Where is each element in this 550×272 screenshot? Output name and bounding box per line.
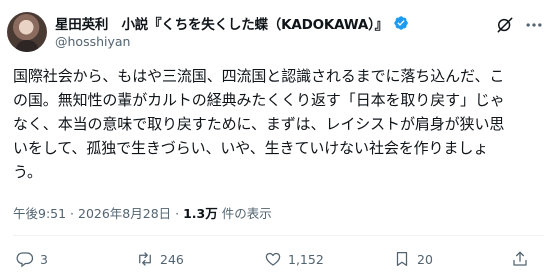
- avatar[interactable]: [7, 12, 47, 52]
- author-name-line: 星田英利 小説『くちを失くした蝶（KADOKAWA）』: [55, 13, 409, 33]
- post-text-line: いをして、孤独で生きづらい、いや、生きていけない社会を作りましょ: [13, 139, 489, 157]
- views-label: 件の表示: [217, 206, 272, 221]
- repost-count: 246: [160, 251, 184, 267]
- author-handle[interactable]: @hosshiyan: [55, 34, 130, 49]
- bookmark-button[interactable]: 20: [393, 249, 433, 269]
- post-text-line: 国際社会から、もはや三流国、四流国と認識されるまでに落ち込んだ、こ: [13, 67, 505, 85]
- reply-icon: [16, 252, 34, 268]
- action-bar: 3 246 1,152 20: [0, 249, 550, 269]
- bookmark-count: 20: [417, 251, 433, 267]
- heart-icon: [265, 252, 281, 266]
- post-header: 星田英利 小説『くちを失くした蝶（KADOKAWA）』 @hosshiyan: [0, 0, 550, 60]
- reply-count: 3: [40, 251, 48, 267]
- post-text-line: う。: [13, 163, 42, 181]
- post-text-line: の国。無知性の輩がカルトの経典みたくくり返す「日本を取り戻す」じゃ: [13, 91, 505, 109]
- verified-badge-icon: [394, 16, 408, 30]
- repost-button[interactable]: 246: [136, 249, 184, 269]
- author-display-name[interactable]: 星田英利 小説『くちを失くした蝶（KADOKAWA）』: [55, 13, 388, 33]
- share-button[interactable]: [511, 249, 535, 269]
- post-text: 国際社会から、もはや三流国、四流国と認識されるまでに落ち込んだ、こ の国。無知性…: [13, 64, 545, 184]
- grok-icon[interactable]: [495, 15, 515, 35]
- bookmark-icon: [396, 251, 408, 267]
- reply-button[interactable]: 3: [16, 249, 48, 269]
- like-count: 1,152: [288, 251, 324, 267]
- share-icon: [513, 251, 527, 266]
- more-icon[interactable]: [524, 15, 544, 35]
- post-timestamp[interactable]: 午後9:51 · 2026年8月28日 ·: [13, 206, 183, 221]
- post-meta: 午後9:51 · 2026年8月28日 · 1.3万 件の表示: [13, 203, 272, 222]
- post-text-line: なく、本当の意味で取り戻すために、まずは、レイシストが肩身が狭い思: [13, 115, 505, 133]
- divider: [13, 235, 544, 236]
- repost-icon: [139, 252, 151, 266]
- like-button[interactable]: 1,152: [264, 249, 324, 269]
- views-count: 1.3万: [183, 206, 218, 221]
